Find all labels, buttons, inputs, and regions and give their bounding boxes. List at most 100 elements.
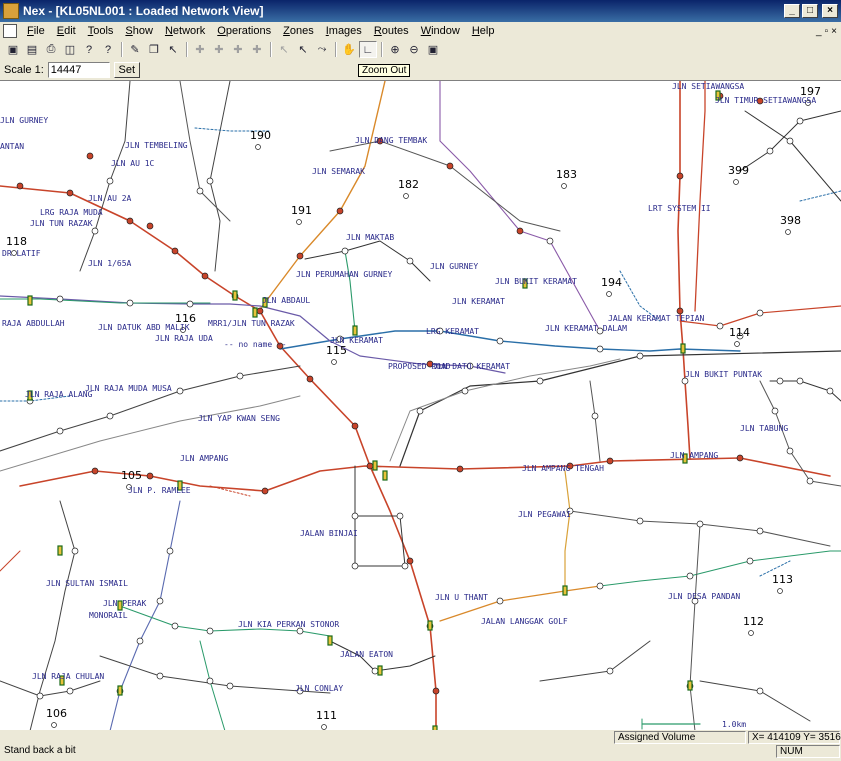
network-node[interactable]: [766, 147, 774, 155]
menu-images[interactable]: Images: [320, 25, 368, 37]
network-node[interactable]: [106, 412, 114, 420]
pencil-icon[interactable]: ✎: [126, 41, 144, 58]
zone-centroid[interactable]: [561, 183, 567, 189]
move-node-icon[interactable]: ✚: [229, 41, 247, 58]
network-node[interactable]: [496, 337, 504, 345]
network-node[interactable]: [91, 227, 99, 235]
traffic-signal-icon[interactable]: [427, 620, 433, 631]
measure-icon[interactable]: ∟: [359, 41, 377, 58]
network-node[interactable]: [406, 257, 414, 265]
traffic-signal-icon[interactable]: [232, 290, 238, 301]
zone-centroid[interactable]: [777, 588, 783, 594]
network-node[interactable]: [351, 422, 359, 430]
network-node[interactable]: [206, 177, 214, 185]
network-node[interactable]: [156, 672, 164, 680]
network-node[interactable]: [676, 172, 684, 180]
network-node[interactable]: [56, 427, 64, 435]
minimize-button[interactable]: _: [784, 4, 800, 18]
network-node[interactable]: [91, 467, 99, 475]
network-node[interactable]: [336, 207, 344, 215]
print-icon[interactable]: ⎙: [42, 41, 60, 58]
network-node[interactable]: [86, 152, 94, 160]
zone-centroid[interactable]: [748, 630, 754, 636]
network-node[interactable]: [146, 222, 154, 230]
network-node[interactable]: [226, 682, 234, 690]
menu-help[interactable]: Help: [466, 25, 501, 37]
traffic-signal-icon[interactable]: [372, 460, 378, 471]
traffic-signal-icon[interactable]: [680, 343, 686, 354]
network-node[interactable]: [146, 472, 154, 480]
traffic-signal-icon[interactable]: [687, 680, 693, 691]
zone-centroid[interactable]: [321, 724, 327, 730]
network-node[interactable]: [536, 377, 544, 385]
network-node[interactable]: [176, 387, 184, 395]
zone-centroid[interactable]: [606, 291, 612, 297]
traffic-signal-icon[interactable]: [352, 325, 358, 336]
network-node[interactable]: [591, 412, 599, 420]
select-arrow-icon[interactable]: ↖: [164, 41, 182, 58]
network-node[interactable]: [201, 272, 209, 280]
close-button[interactable]: ×: [822, 4, 838, 18]
menu-window[interactable]: Window: [415, 25, 466, 37]
network-node[interactable]: [186, 300, 194, 308]
menu-zones[interactable]: Zones: [277, 25, 320, 37]
network-node[interactable]: [606, 457, 614, 465]
network-node[interactable]: [796, 377, 804, 385]
network-node[interactable]: [341, 247, 349, 255]
traffic-signal-icon[interactable]: [57, 545, 63, 556]
network-node[interactable]: [771, 407, 779, 415]
network-node[interactable]: [396, 512, 404, 520]
network-node[interactable]: [416, 407, 424, 415]
traffic-signal-icon[interactable]: [432, 725, 438, 730]
network-node[interactable]: [596, 582, 604, 590]
network-node[interactable]: [371, 667, 379, 675]
network-map[interactable]: 1971901831823991913981181941161151141051…: [0, 81, 841, 730]
menu-network[interactable]: Network: [159, 25, 211, 37]
network-node[interactable]: [786, 447, 794, 455]
mdi-restore-button[interactable]: ▫: [825, 26, 829, 37]
network-node[interactable]: [236, 372, 244, 380]
traffic-signal-icon[interactable]: [117, 685, 123, 696]
link-select-icon[interactable]: ↖: [275, 41, 293, 58]
pan-hand-icon[interactable]: ✋: [340, 41, 358, 58]
menu-routes[interactable]: Routes: [368, 25, 415, 37]
map-view[interactable]: 197 190 183 182 399 191 398 118 194 116 115 114 105 1…: [0, 80, 841, 730]
network-node[interactable]: [36, 692, 44, 700]
zoom-out-icon[interactable]: ⊖: [405, 41, 423, 58]
menu-file[interactable]: File: [21, 25, 51, 37]
network-node[interactable]: [406, 557, 414, 565]
network-node[interactable]: [826, 387, 834, 395]
network-node[interactable]: [716, 322, 724, 330]
traffic-signal-icon[interactable]: [252, 307, 258, 318]
menu-operations[interactable]: Operations: [211, 25, 277, 37]
network-node[interactable]: [432, 687, 440, 695]
context-help-icon[interactable]: ?: [99, 41, 117, 58]
network-node[interactable]: [306, 375, 314, 383]
network-node[interactable]: [126, 217, 134, 225]
network-node[interactable]: [66, 189, 74, 197]
network-node[interactable]: [806, 477, 814, 485]
network-node[interactable]: [156, 597, 164, 605]
zoom-fit-icon[interactable]: ▣: [424, 41, 442, 58]
network-node[interactable]: [296, 252, 304, 260]
preview-icon[interactable]: ◫: [61, 41, 79, 58]
network-node[interactable]: [196, 187, 204, 195]
zone-centroid[interactable]: [785, 229, 791, 235]
route-icon[interactable]: ⤳: [313, 41, 331, 58]
network-node[interactable]: [136, 637, 144, 645]
network-node[interactable]: [756, 527, 764, 535]
zone-centroid[interactable]: [734, 341, 740, 347]
mdi-minimize-button[interactable]: _: [816, 26, 822, 37]
network-node[interactable]: [166, 547, 174, 555]
network-node[interactable]: [461, 387, 469, 395]
network-node[interactable]: [756, 687, 764, 695]
network-node[interactable]: [776, 377, 784, 385]
network-node[interactable]: [636, 352, 644, 360]
help-icon[interactable]: ?: [80, 41, 98, 58]
network-node[interactable]: [686, 572, 694, 580]
save-icon[interactable]: ▤: [23, 41, 41, 58]
zone-centroid[interactable]: [255, 144, 261, 150]
network-node[interactable]: [366, 462, 374, 470]
network-node[interactable]: [261, 487, 269, 495]
zoom-in-icon[interactable]: ⊕: [386, 41, 404, 58]
